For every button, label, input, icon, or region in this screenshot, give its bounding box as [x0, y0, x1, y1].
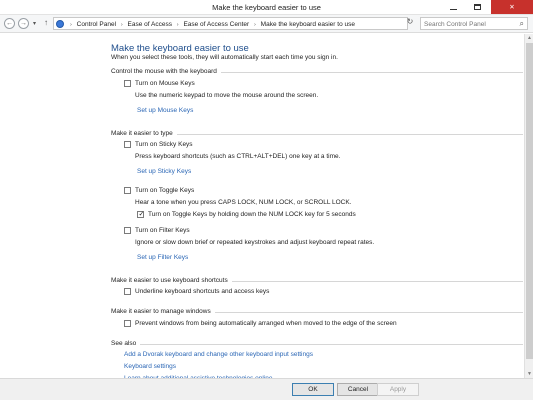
breadcrumb: › Control Panel › Ease of Access › Ease … [67, 21, 355, 28]
apply-button[interactable]: Apply [377, 383, 419, 396]
page-title: Make the keyboard easier to use [111, 43, 249, 54]
keyboard-settings-link[interactable]: Keyboard settings [124, 363, 176, 370]
checkbox-box[interactable] [124, 288, 131, 295]
breadcrumb-separator[interactable]: › [254, 22, 256, 28]
cancel-button[interactable]: Cancel [337, 383, 379, 396]
forward-button[interactable]: → [18, 18, 29, 29]
set-up-filter-keys-link[interactable]: Set up Filter Keys [137, 254, 188, 261]
mouse-keys-checkbox[interactable]: Turn on Mouse Keys [124, 80, 195, 87]
checkbox-box[interactable] [124, 141, 131, 148]
up-button[interactable]: ↑ [44, 18, 48, 27]
toggle-keys-hold-checkbox[interactable]: Turn on Toggle Keys by holding down the … [137, 210, 356, 218]
main-content: Make the keyboard easier to use When you… [0, 34, 524, 382]
close-button[interactable]: ✕ [491, 0, 533, 14]
mouse-keys-description: Use the numeric keypad to move the mouse… [135, 92, 319, 99]
refresh-button[interactable]: ↻ [404, 17, 416, 30]
forward-arrow-icon: → [20, 20, 27, 27]
breadcrumb-ease-of-access-center[interactable]: Ease of Access Center [183, 21, 249, 28]
ok-button[interactable]: OK [292, 383, 334, 396]
underline-shortcuts-checkbox[interactable]: Underline keyboard shortcuts and access … [124, 288, 269, 295]
search-input[interactable] [424, 19, 514, 29]
back-arrow-icon: ← [6, 20, 13, 27]
checkbox-label[interactable]: Turn on Filter Keys [135, 227, 190, 234]
section-mouse: Control the mouse with the keyboard [111, 68, 523, 77]
checkbox-box[interactable] [124, 320, 131, 327]
checkbox-box-checked[interactable] [137, 210, 144, 218]
control-panel-icon [56, 20, 64, 28]
section-heading: Make it easier to manage windows [111, 308, 215, 315]
maximize-button[interactable] [466, 0, 488, 14]
maximize-icon [473, 4, 481, 10]
toggle-keys-checkbox[interactable]: Turn on Toggle Keys [124, 187, 194, 194]
scroll-up-arrow-icon[interactable]: ▲ [526, 34, 533, 42]
section-heading: See also [111, 340, 141, 347]
search-box[interactable]: ⌕ [420, 17, 528, 30]
checkbox-label[interactable]: Turn on Toggle Keys by holding down the … [148, 211, 356, 218]
dvorak-keyboard-link[interactable]: Add a Dvorak keyboard and change other k… [124, 351, 313, 358]
checkbox-label[interactable]: Turn on Mouse Keys [135, 80, 195, 87]
checkbox-label[interactable]: Turn on Toggle Keys [135, 187, 194, 194]
checkbox-box[interactable] [124, 80, 131, 87]
scroll-down-arrow-icon[interactable]: ▼ [526, 370, 533, 378]
section-typing: Make it easier to type [111, 130, 523, 139]
section-see-also: See also [111, 340, 523, 349]
breadcrumb-control-panel[interactable]: Control Panel [77, 21, 116, 28]
sticky-keys-checkbox[interactable]: Turn on Sticky Keys [124, 141, 193, 148]
section-shortcuts: Make it easier to use keyboard shortcuts [111, 277, 523, 286]
scrollbar-thumb[interactable] [526, 43, 533, 359]
checkbox-box[interactable] [124, 187, 131, 194]
filter-keys-checkbox[interactable]: Turn on Filter Keys [124, 227, 190, 234]
address-path-box[interactable]: › Control Panel › Ease of Access › Ease … [53, 17, 444, 30]
close-icon: ✕ [509, 4, 515, 11]
set-up-sticky-keys-link[interactable]: Set up Sticky Keys [137, 168, 191, 175]
recent-locations-button[interactable]: ▾ [33, 20, 36, 27]
checkbox-label[interactable]: Prevent windows from being automatically… [135, 320, 397, 327]
search-icon[interactable]: ⌕ [520, 19, 524, 29]
breadcrumb-separator: › [70, 21, 72, 28]
breadcrumb-current-page[interactable]: Make the keyboard easier to use [261, 21, 355, 28]
vertical-scrollbar[interactable]: ▲ ▼ [524, 34, 533, 378]
breadcrumb-separator[interactable]: › [177, 22, 179, 28]
breadcrumb-ease-of-access[interactable]: Ease of Access [128, 21, 172, 28]
section-heading: Control the mouse with the keyboard [111, 68, 221, 75]
page-subtitle: When you select these tools, they will a… [111, 54, 338, 61]
checkbox-box[interactable] [124, 227, 131, 234]
address-bar: ← → ▾ ↑ › Control Panel › Ease of Access… [0, 15, 533, 33]
toggle-keys-description: Hear a tone when you press CAPS LOCK, NU… [135, 199, 352, 206]
checkbox-label[interactable]: Turn on Sticky Keys [135, 141, 193, 148]
title-bar: Make the keyboard easier to use ✕ [0, 0, 533, 15]
sticky-keys-description: Press keyboard shortcuts (such as CTRL+A… [135, 153, 341, 160]
checkbox-label[interactable]: Underline keyboard shortcuts and access … [135, 288, 269, 295]
prevent-arrange-checkbox[interactable]: Prevent windows from being automatically… [124, 320, 397, 327]
breadcrumb-separator[interactable]: › [121, 22, 123, 28]
set-up-mouse-keys-link[interactable]: Set up Mouse Keys [137, 107, 193, 114]
button-bar: OK Cancel Apply [0, 378, 533, 400]
filter-keys-description: Ignore or slow down brief or repeated ke… [135, 239, 375, 246]
minimize-button[interactable] [442, 0, 464, 14]
section-heading: Make it easier to type [111, 130, 177, 137]
section-heading: Make it easier to use keyboard shortcuts [111, 277, 232, 284]
back-button[interactable]: ← [4, 18, 15, 29]
section-divider [111, 344, 523, 345]
minimize-icon [449, 8, 457, 11]
section-windows: Make it easier to manage windows [111, 308, 523, 317]
